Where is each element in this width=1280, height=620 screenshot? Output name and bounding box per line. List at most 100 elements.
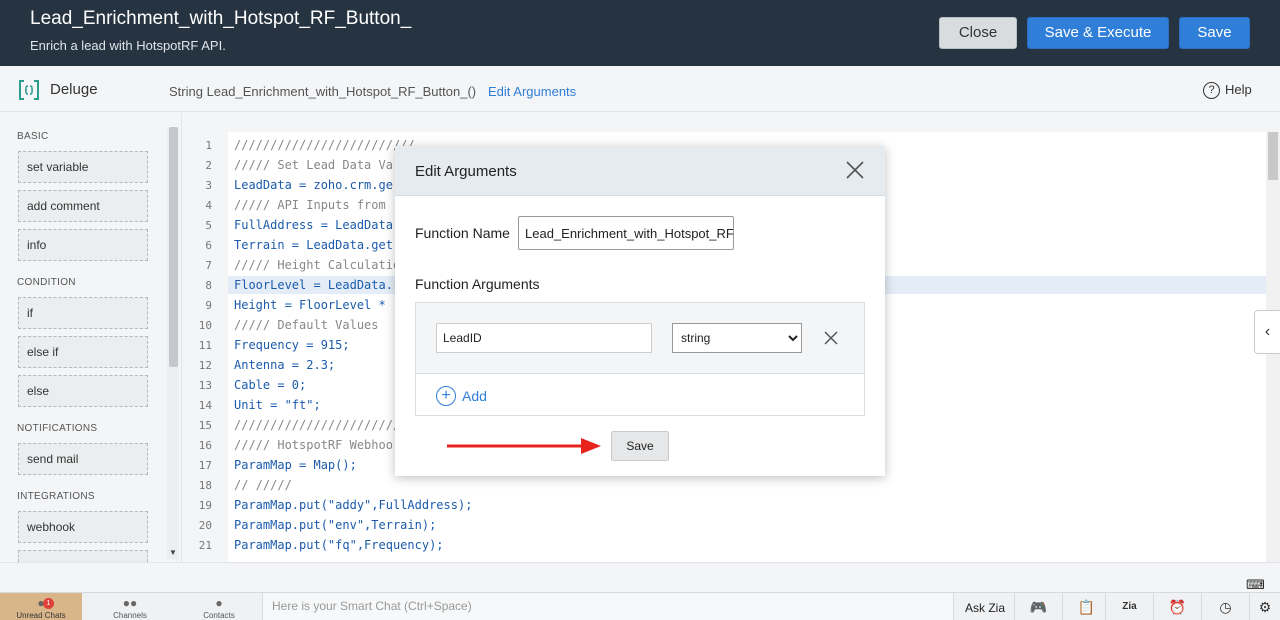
tool-if[interactable]: if: [18, 297, 148, 329]
scroll-down-icon[interactable]: ▼: [169, 548, 177, 557]
save-execute-button[interactable]: Save & Execute: [1027, 17, 1169, 49]
deluge-label: Deluge: [50, 81, 98, 98]
code-line: FullAddress = LeadData: [234, 218, 393, 232]
channels-icon: ●●: [122, 596, 138, 610]
editor-toolbar: Deluge String Lead_Enrichment_with_Hotsp…: [0, 66, 1280, 112]
code-line: // /////: [234, 478, 292, 492]
function-name-label: Function Name: [415, 225, 510, 241]
code-line: Antenna = 2.3;: [234, 358, 336, 372]
line-number: 15: [198, 419, 212, 432]
code-line: ///// Set Lead Data Va: [234, 158, 393, 172]
palette-scroll-thumb[interactable]: [169, 127, 178, 367]
tool-else-if[interactable]: else if: [18, 336, 148, 368]
contacts-icon: ●: [215, 596, 223, 610]
section-heading-notifications: NOTIFICATIONS: [17, 423, 98, 434]
code-line: /////////////////////////: [234, 138, 415, 152]
function-description: Enrich a lead with HotspotRF API.: [30, 38, 226, 53]
ask-zia-button[interactable]: Ask Zia: [958, 593, 1012, 620]
line-number: 2: [205, 159, 212, 172]
line-number: 16: [198, 439, 212, 452]
line-number: 3: [205, 179, 212, 192]
tool-else[interactable]: else: [18, 375, 148, 407]
edit-arguments-link[interactable]: Edit Arguments: [488, 84, 576, 99]
tool-add-comment[interactable]: add comment: [18, 190, 148, 222]
help-label: Help: [1225, 82, 1252, 97]
arguments-list: string + Add: [415, 302, 865, 416]
code-line: Terrain = LeadData.get: [234, 238, 393, 252]
palette-scrollbar[interactable]: ▼: [167, 127, 179, 559]
code-line: ///// HotspotRF Webhoo: [234, 438, 393, 452]
task-palette: BASIC set variable add comment info COND…: [0, 113, 182, 562]
argument-name-input[interactable]: [436, 323, 652, 353]
channels-label: Channels: [113, 611, 147, 620]
edit-arguments-dialog: Edit Arguments Function Name Function Ar…: [395, 146, 885, 476]
code-line: Cable = 0;: [234, 378, 307, 392]
line-number: 10: [198, 319, 212, 332]
clipboard-icon[interactable]: 📋: [1062, 593, 1110, 620]
tool-partial[interactable]: [18, 550, 148, 562]
deluge-icon: [19, 80, 39, 100]
function-title: Lead_Enrichment_with_Hotspot_RF_Button_: [30, 8, 412, 29]
close-icon[interactable]: [843, 158, 867, 182]
save-button[interactable]: Save: [1179, 17, 1250, 49]
chat-bubble-icon: ●: [37, 596, 45, 610]
code-line: ///// Height Calculatio: [234, 258, 401, 272]
unread-count-badge: 1: [43, 598, 54, 609]
code-line: Frequency = 915;: [234, 338, 350, 352]
zia-icon[interactable]: Zia: [1105, 593, 1153, 620]
alarm-clock-icon[interactable]: ⏰: [1153, 593, 1201, 620]
remove-argument-icon[interactable]: [823, 330, 839, 346]
line-number: 8: [205, 279, 212, 292]
more-icon[interactable]: ⚙: [1249, 593, 1280, 620]
line-number: 4: [205, 199, 212, 212]
editor-scroll-thumb[interactable]: [1268, 132, 1278, 180]
tool-set-variable[interactable]: set variable: [18, 151, 148, 183]
line-number: 6: [205, 239, 212, 252]
function-arguments-label: Function Arguments: [415, 276, 540, 292]
channels-button[interactable]: ●● Channels: [89, 593, 171, 620]
code-line: ///// Default Values: [234, 318, 379, 332]
code-line: ParamMap.put("env",Terrain);: [234, 518, 437, 532]
add-argument-button[interactable]: + Add: [436, 386, 487, 406]
line-number: 14: [198, 399, 212, 412]
dialog-header: Edit Arguments: [395, 146, 885, 196]
section-heading-integrations: INTEGRATIONS: [17, 491, 95, 502]
line-number: 9: [205, 299, 212, 312]
gamepad-icon[interactable]: 🎮: [1014, 593, 1062, 620]
code-line: FloorLevel = LeadData.: [234, 278, 393, 292]
collapse-panel-chevron-icon[interactable]: ‹: [1254, 310, 1280, 354]
contacts-button[interactable]: ● Contacts: [178, 593, 260, 620]
tool-info[interactable]: info: [18, 229, 148, 261]
line-number: 21: [198, 539, 212, 552]
argument-row: string: [416, 303, 864, 374]
tool-send-mail[interactable]: send mail: [18, 443, 148, 475]
help-button[interactable]: ? Help: [1203, 82, 1252, 100]
function-signature: String Lead_Enrichment_with_Hotspot_RF_B…: [169, 84, 477, 99]
plus-circle-icon: +: [436, 386, 456, 406]
line-number-gutter: 1 2 3 4 5 6 7 8 9 10 11 12 13 14 15 16 1…: [193, 132, 228, 562]
smart-chat-input[interactable]: Here is your Smart Chat (Ctrl+Space): [262, 593, 954, 620]
section-heading-condition: CONDITION: [17, 277, 76, 288]
code-line: ParamMap = Map();: [234, 458, 357, 472]
dialog-save-button[interactable]: Save: [611, 431, 669, 461]
line-number: 5: [205, 219, 212, 232]
keyboard-icon[interactable]: ⌨: [1246, 577, 1265, 593]
argument-type-select[interactable]: string: [672, 323, 802, 353]
line-number: 13: [198, 379, 212, 392]
code-line: LeadData = zoho.crm.ge: [234, 178, 393, 192]
tool-webhook[interactable]: webhook: [18, 511, 148, 543]
history-icon[interactable]: ◷: [1201, 593, 1249, 620]
function-name-input[interactable]: [518, 216, 734, 250]
code-line: Height = FloorLevel *: [234, 298, 393, 312]
close-button[interactable]: Close: [939, 17, 1017, 49]
status-row: ⌨: [0, 562, 1280, 592]
section-heading-basic: BASIC: [17, 131, 49, 142]
line-number: 17: [198, 459, 212, 472]
unread-chats-button[interactable]: ● 1 Unread Chats: [0, 593, 82, 620]
code-line: ///// API Inputs from: [234, 198, 386, 212]
header-bar: Lead_Enrichment_with_Hotspot_RF_Button_ …: [0, 0, 1280, 66]
red-arrow-annotation: [447, 438, 601, 454]
line-number: 12: [198, 359, 212, 372]
code-line: Unit = "ft";: [234, 398, 321, 412]
code-line: ParamMap.put("addy",FullAddress);: [234, 498, 473, 512]
